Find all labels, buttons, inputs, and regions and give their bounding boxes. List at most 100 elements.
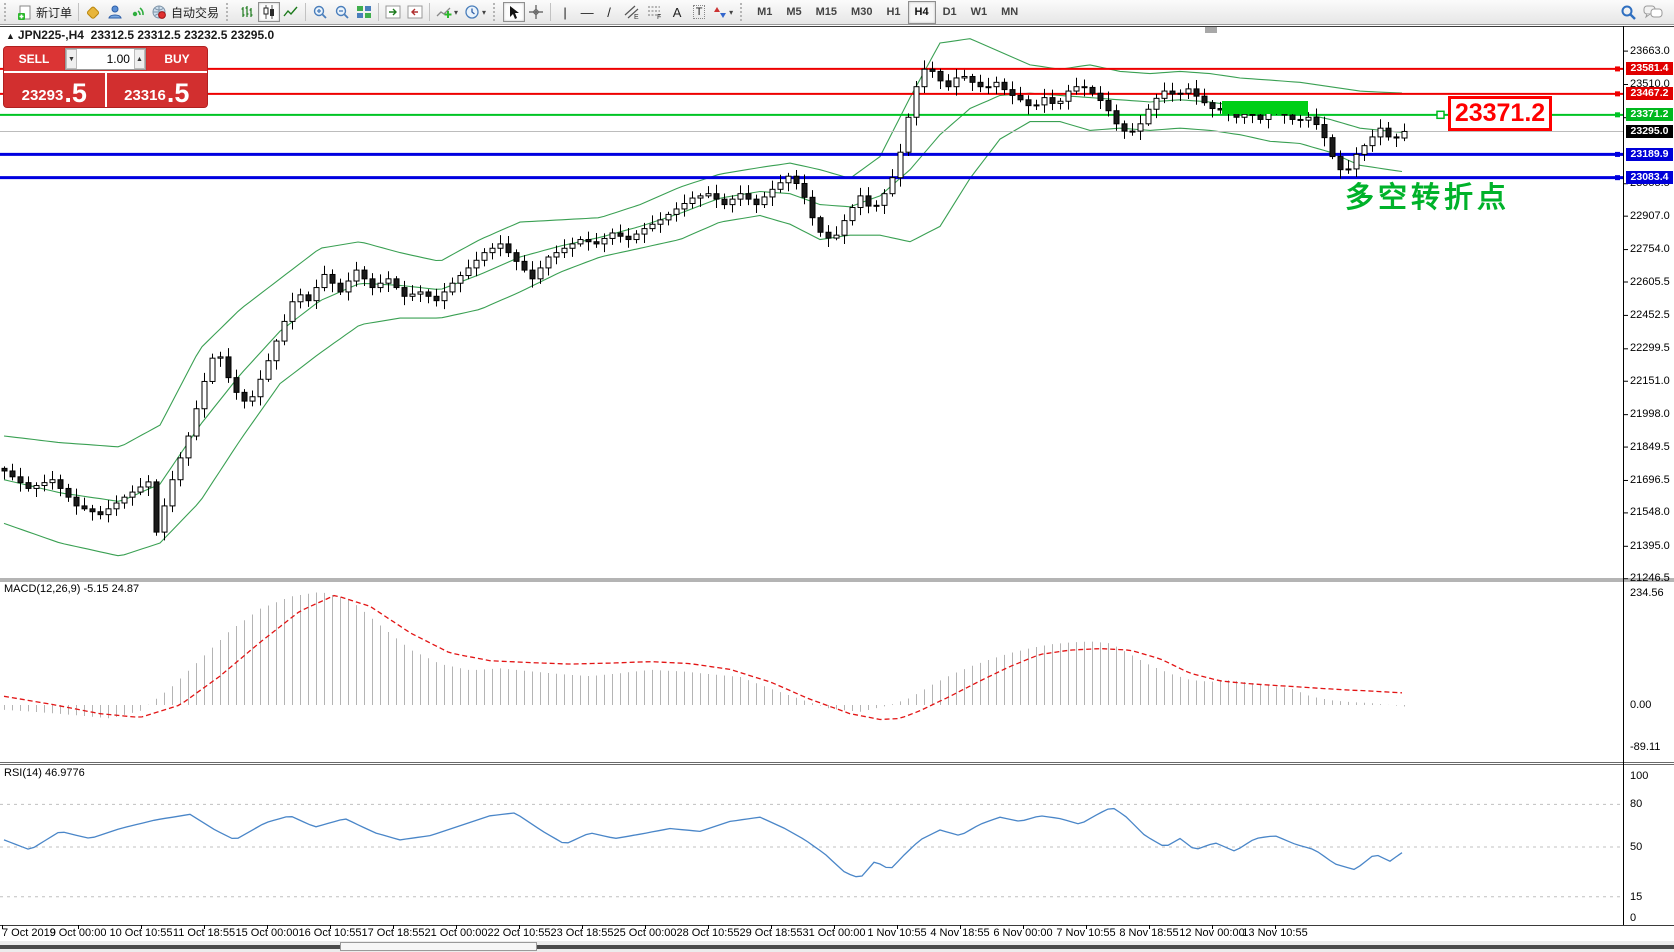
trendline-button[interactable]: /: [598, 2, 620, 22]
volume-decrease-button[interactable]: ▼: [66, 49, 78, 69]
sell-button[interactable]: SELL: [4, 47, 64, 71]
periods-button[interactable]: ▾: [461, 2, 489, 22]
volume-increase-button[interactable]: ▲: [133, 49, 145, 69]
time-tick-label: 7 Oct 2019: [2, 927, 56, 939]
price-tick: 21395.0: [1630, 539, 1670, 552]
horizontal-scrollbar[interactable]: [0, 941, 1674, 952]
new-order-button[interactable]: 新订单: [14, 2, 75, 22]
price-tick: 21998.0: [1630, 408, 1670, 421]
turning-point-note[interactable]: 多空转折点: [1345, 174, 1510, 216]
timeframe-mn[interactable]: MN: [994, 1, 1025, 24]
chart-header: ▲ JPN225-,H4 23312.5 23312.5 23232.5 2329…: [6, 28, 274, 42]
time-tick-label: 12 Nov 00:00: [1179, 927, 1245, 939]
rsi-axis-value: 80: [1630, 798, 1643, 811]
text-label-icon: T: [692, 5, 706, 19]
zoom-in-icon: [312, 4, 328, 20]
timeframe-m30[interactable]: M30: [844, 1, 879, 24]
crosshair-icon: [528, 4, 544, 20]
candlestick-chart-button[interactable]: [258, 2, 281, 22]
clock-icon: [464, 4, 480, 20]
cursor-icon: [507, 5, 522, 20]
timeframe-w1[interactable]: W1: [964, 1, 995, 24]
macd-label: MACD(12,26,9) -5.15 24.87: [4, 583, 140, 595]
scroll-position-marker[interactable]: [1205, 27, 1217, 33]
price-line-label: 23083.4: [1626, 171, 1673, 185]
timeframe-m1[interactable]: M1: [750, 1, 779, 24]
zoom-out-button[interactable]: [331, 2, 353, 22]
caret-down-icon: ▾: [729, 7, 734, 17]
equidistant-channel-icon: E: [623, 4, 640, 20]
caret-down-icon: ▾: [482, 7, 487, 17]
time-tick-label: 31 Oct 00:00: [802, 927, 866, 939]
collapse-icon[interactable]: ▲: [6, 31, 15, 41]
price-callout-box[interactable]: 23371.2: [1448, 96, 1552, 131]
fibonacci-icon: F: [646, 4, 663, 20]
timeframe-h4[interactable]: H4: [907, 0, 936, 24]
time-tick-label: 8 Nov 18:55: [1119, 927, 1179, 939]
chart-shift-button[interactable]: [404, 2, 426, 22]
macd-axis-value: 0.00: [1630, 699, 1652, 711]
horizontal-line-button[interactable]: —: [576, 2, 598, 22]
tile-windows-button[interactable]: [353, 2, 375, 22]
main-toolbar: 新订单 自动交易 ▾ ▾ | — / E F A T ▾ M1 M5 M15 M…: [0, 0, 1674, 25]
chat-icon: [1643, 4, 1663, 20]
chart-canvas[interactable]: [0, 26, 1674, 952]
metaeditor-button[interactable]: [82, 2, 104, 22]
indicators-add-icon: [436, 4, 452, 20]
fibonacci-button[interactable]: F: [643, 2, 666, 22]
search-button[interactable]: [1617, 2, 1640, 22]
scrollbar-thumb[interactable]: [340, 942, 537, 951]
time-tick-label: 28 Oct 10:55: [676, 927, 740, 939]
buy-button[interactable]: BUY: [147, 47, 207, 71]
price-tick: 21849.5: [1630, 440, 1670, 453]
time-tick-label: 9 Oct 00:00: [49, 927, 107, 939]
caret-down-icon: ▾: [454, 7, 459, 17]
timeframe-m15[interactable]: M15: [809, 1, 844, 24]
buy-price-button[interactable]: 23316.5: [106, 73, 207, 108]
buy-price-pips: .5: [166, 78, 190, 108]
equidistant-channel-button[interactable]: E: [620, 2, 643, 22]
mt4-window: 新订单 自动交易 ▾ ▾ | — / E F A T ▾ M1 M5 M15 M…: [0, 0, 1674, 952]
timeframe-m5[interactable]: M5: [779, 1, 808, 24]
time-tick-label: 25 Oct 00:00: [613, 927, 677, 939]
time-tick-label: 4 Nov 18:55: [930, 927, 990, 939]
line-chart-icon: [283, 4, 299, 20]
timeframe-group: M1 M5 M15 M30 H1 H4 D1 W1 MN: [750, 0, 1025, 24]
time-tick-label: 10 Oct 10:55: [109, 927, 173, 939]
text-button[interactable]: A: [666, 2, 688, 22]
zoom-out-icon: [334, 4, 350, 20]
line-chart-button[interactable]: [280, 2, 302, 22]
indicators-button[interactable]: ▾: [433, 2, 461, 22]
timeframe-d1[interactable]: D1: [936, 1, 964, 24]
arrows-button[interactable]: ▾: [710, 2, 736, 22]
bar-chart-icon: [239, 4, 255, 20]
zoom-in-button[interactable]: [309, 2, 331, 22]
virtual-hosting-button[interactable]: [104, 2, 126, 22]
horizontal-line-icon: —: [580, 4, 594, 20]
scrollbar-track[interactable]: [0, 945, 340, 949]
auto-scroll-button[interactable]: [382, 2, 404, 22]
volume-input[interactable]: [77, 49, 134, 69]
scrollbar-track[interactable]: [537, 945, 1674, 949]
chat-button[interactable]: [1640, 2, 1666, 22]
price-line-label: 23295.0: [1626, 124, 1673, 138]
sell-price-button[interactable]: 23293.5: [4, 73, 107, 107]
chart-region[interactable]: ▲ JPN225-,H4 23312.5 23312.5 23232.5 2329…: [0, 26, 1674, 952]
time-tick-label: 6 Nov 00:00: [993, 927, 1053, 939]
text-label-button[interactable]: T: [688, 2, 710, 22]
new-order-label: 新订单: [36, 5, 73, 20]
autotrading-label: 自动交易: [171, 5, 220, 20]
time-tick-label: 21 Oct 00:00: [424, 927, 488, 939]
new-order-icon: [17, 5, 32, 20]
timeframe-h1[interactable]: H1: [879, 1, 907, 24]
text-icon: A: [672, 4, 682, 20]
bar-chart-button[interactable]: [236, 2, 258, 22]
svg-text:E: E: [634, 14, 639, 20]
price-tick: 21696.5: [1630, 473, 1670, 486]
autotrading-button[interactable]: 自动交易: [148, 2, 222, 22]
vertical-line-button[interactable]: |: [554, 2, 576, 22]
signals-button[interactable]: [126, 2, 148, 22]
cursor-button[interactable]: [503, 2, 526, 22]
crosshair-button[interactable]: [525, 2, 547, 22]
time-tick-label: 23 Oct 18:55: [550, 927, 614, 939]
